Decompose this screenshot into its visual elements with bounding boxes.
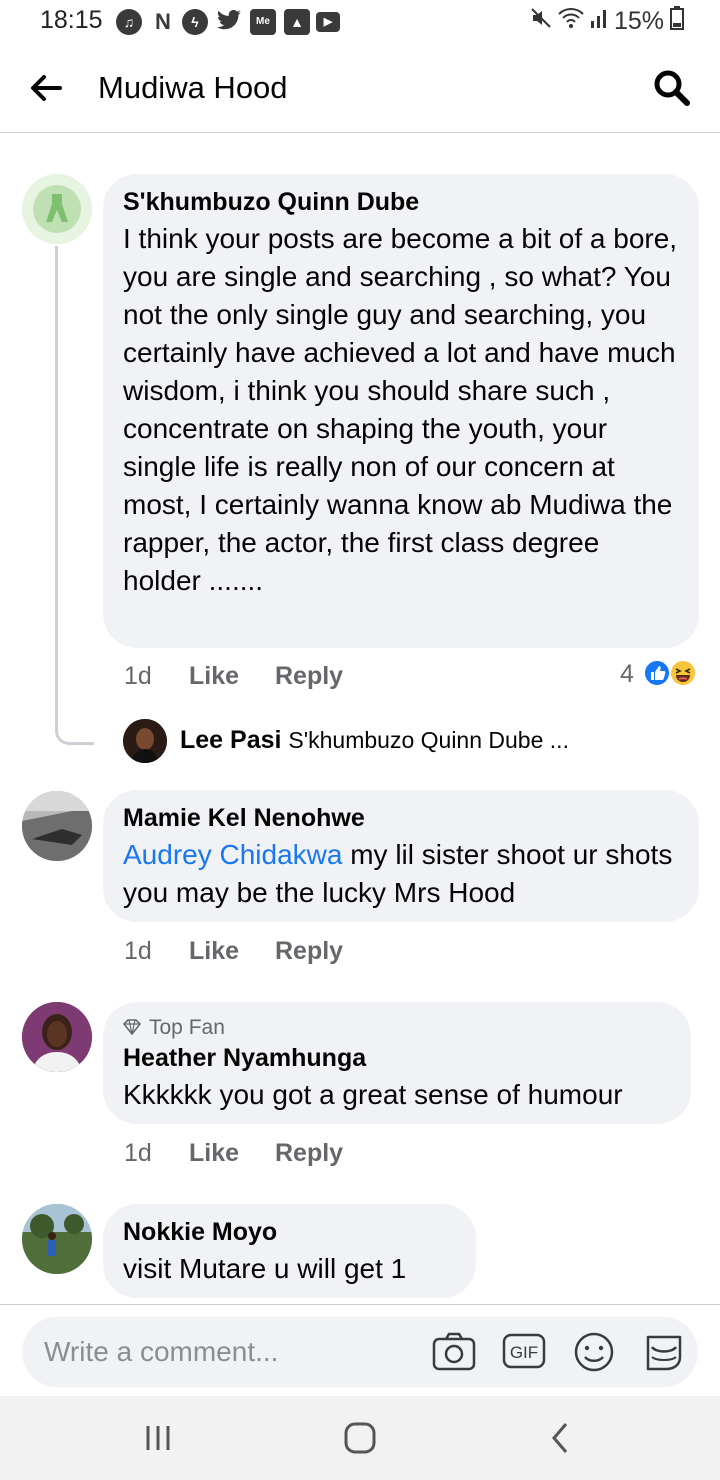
status-bar: 18:15 ♫ N ϟ Me ▲ ▶ 15% (0, 0, 720, 44)
avatar[interactable] (22, 1204, 92, 1274)
reaction-count[interactable]: 4 (620, 660, 634, 689)
home-icon[interactable] (338, 1418, 382, 1458)
header-title: Mudiwa Hood (98, 70, 288, 105)
comment-bubble[interactable]: Top Fan Heather Nyamhunga Kkkkkk you got… (103, 1002, 691, 1124)
reply-preview[interactable]: Lee Pasi S'khumbuzo Quinn Dube ... (180, 726, 569, 755)
recent-apps-icon[interactable] (138, 1418, 182, 1458)
composer-bar: GIF (0, 1304, 720, 1397)
comment-author[interactable]: Mamie Kel Nenohwe (123, 804, 365, 833)
back-button[interactable] (28, 70, 72, 106)
status-right: 15% (530, 6, 684, 37)
reply-preview-author: Lee Pasi (180, 726, 282, 754)
comment-text: visit Mutare u will get 1 (123, 1253, 407, 1284)
mute-icon (530, 7, 552, 36)
comment-text: I think your posts are become a bit of a… (123, 223, 678, 596)
reply-button[interactable]: Reply (275, 1139, 343, 1168)
comment-bubble[interactable]: Mamie Kel Nenohwe Audrey Chidakwa my lil… (103, 790, 699, 922)
nav-bar (0, 1396, 720, 1480)
comment-author[interactable]: Nokkie Moyo (123, 1218, 277, 1247)
netflix-icon: N (155, 9, 171, 34)
comment-author[interactable]: Heather Nyamhunga (123, 1044, 366, 1073)
battery-percent: 15% (613, 7, 664, 35)
reply-avatar[interactable] (123, 719, 167, 763)
emoji-icon[interactable] (572, 1331, 616, 1373)
wifi-icon (558, 7, 584, 36)
thread-line (55, 246, 94, 745)
comment-text: Kkkkkk you got a great sense of humour (123, 1079, 623, 1110)
haha-reaction-icon (668, 658, 698, 693)
diamond-icon (122, 1019, 142, 1040)
search-icon[interactable] (652, 68, 692, 108)
signal-icon (590, 7, 608, 36)
comment-time: 1d (124, 1139, 152, 1167)
comment-bubble[interactable]: S'khumbuzo Quinn Dube I think your posts… (103, 174, 699, 648)
youtube-icon: ▶ (316, 12, 340, 32)
avatar[interactable] (22, 791, 92, 861)
reply-preview-text: S'khumbuzo Quinn Dube ... (288, 727, 569, 753)
reply-button[interactable]: Reply (275, 937, 343, 966)
avatar[interactable] (22, 1002, 92, 1072)
battery-icon (670, 6, 684, 37)
like-button[interactable]: Like (189, 937, 239, 966)
comment-text: Audrey Chidakwa my lil sister shoot ur s… (123, 836, 683, 912)
twitter-icon (216, 9, 242, 38)
gallery-icon: ▲ (284, 9, 310, 35)
camera-icon[interactable] (432, 1331, 476, 1373)
comment-bubble[interactable]: Nokkie Moyo visit Mutare u will get 1 (103, 1204, 476, 1298)
top-fan-badge: Top Fan (149, 1016, 225, 1039)
music-icon: ♫ (116, 9, 142, 35)
avatar[interactable] (22, 174, 92, 244)
comment-author[interactable]: S'khumbuzo Quinn Dube (123, 188, 419, 217)
app-header: Mudiwa Hood (0, 44, 720, 133)
gif-icon[interactable]: GIF (502, 1331, 546, 1373)
like-button[interactable]: Like (189, 1139, 239, 1168)
status-time: 18:15 (40, 6, 103, 34)
comment-time: 1d (124, 937, 152, 965)
comment-time: 1d (124, 662, 152, 690)
svg-text:GIF: GIF (510, 1343, 538, 1362)
messenger-icon: ϟ (182, 9, 208, 35)
mention-link[interactable]: Audrey Chidakwa (123, 839, 342, 870)
sticker-icon[interactable] (642, 1331, 686, 1373)
like-button[interactable]: Like (189, 662, 239, 691)
back-nav-icon[interactable] (540, 1418, 584, 1458)
reply-button[interactable]: Reply (275, 662, 343, 691)
me-icon: Me (250, 9, 276, 35)
